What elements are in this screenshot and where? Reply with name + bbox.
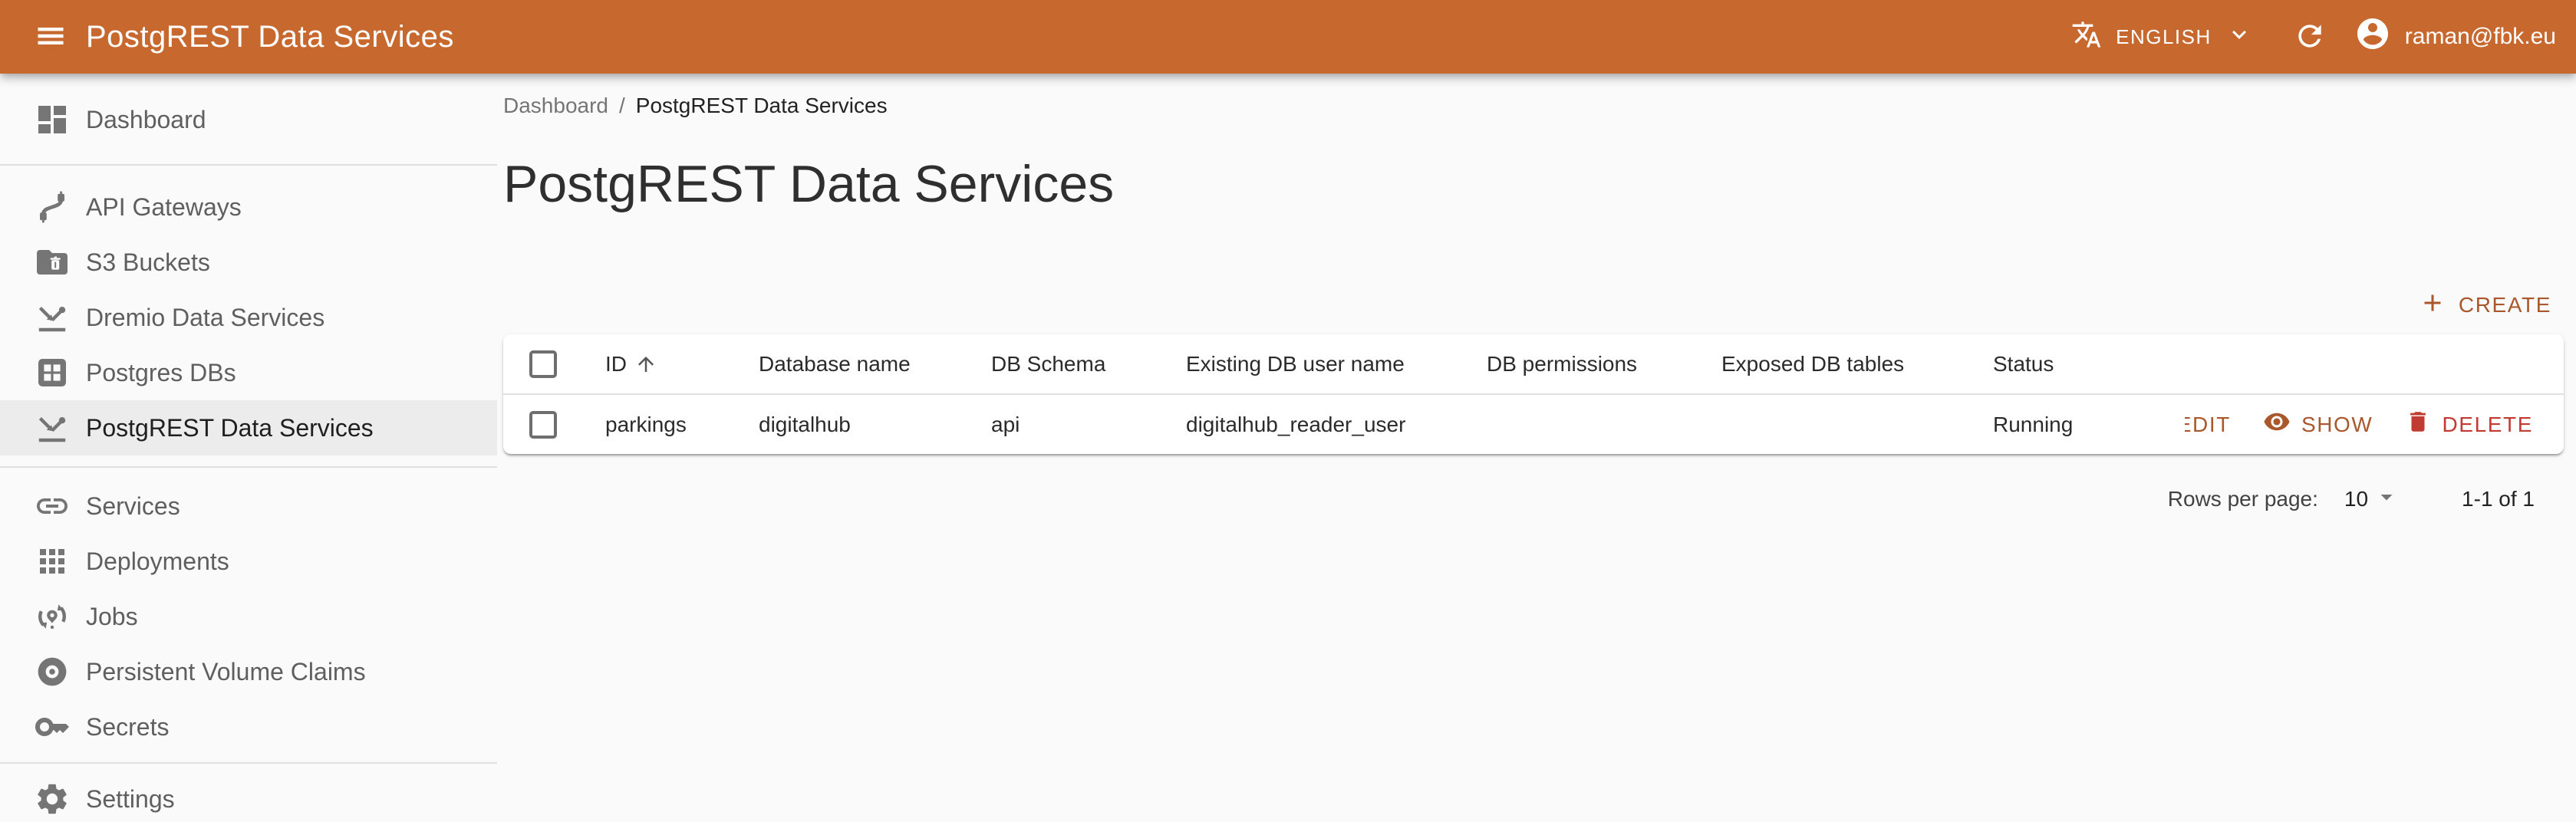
link-icon: [34, 488, 71, 524]
create-button[interactable]: CREATE: [2406, 289, 2564, 322]
jobs-icon: [34, 598, 71, 635]
column-header-existing-db-user-name[interactable]: Existing DB user name: [1186, 334, 1487, 394]
user-email: raman@fbk.eu: [2405, 24, 2556, 50]
pagination: Rows per page: 10 1-1 of 1: [503, 454, 2564, 531]
sidebar-item-label: Dashboard: [86, 106, 206, 134]
column-header-db-schema[interactable]: DB Schema: [991, 334, 1186, 394]
sidebar-item-label: Dremio Data Services: [86, 304, 324, 332]
cell-exposed-db-tables: [1721, 394, 1993, 454]
language-selector[interactable]: ENGLISH: [2071, 19, 2253, 55]
trash-icon: [2405, 409, 2431, 440]
column-header-status[interactable]: Status: [1993, 334, 2185, 394]
cell-db-permissions: [1487, 394, 1721, 454]
chevron-down-icon: [2225, 21, 2253, 54]
page-title: PostgREST Data Services: [503, 153, 2564, 215]
sidebar-item-label: Jobs: [86, 603, 138, 631]
sidebar-item-postgres-dbs[interactable]: Postgres DBs: [0, 345, 497, 400]
cell-existing-db-user-name: digitalhub_reader_user: [1186, 394, 1487, 454]
cell-status: Running: [1993, 394, 2185, 454]
data-table-card: ID Database name DB Schema Existing DB u…: [503, 334, 2564, 454]
account-button[interactable]: raman@fbk.eu: [2354, 15, 2556, 58]
column-header-exposed-db-tables[interactable]: Exposed DB tables: [1721, 334, 1993, 394]
sidebar-item-s3-buckets[interactable]: S3 Buckets: [0, 235, 497, 290]
rows-per-page-label: Rows per page:: [2168, 487, 2318, 511]
table-header-row: ID Database name DB Schema Existing DB u…: [503, 334, 2564, 394]
data-service-icon: [34, 409, 71, 446]
translate-icon: [2071, 19, 2102, 55]
sidebar: Dashboard API Gateways: [0, 74, 497, 822]
refresh-icon: [2293, 19, 2327, 55]
list-toolbar: CREATE: [503, 281, 2564, 330]
sidebar-item-persistent-volume-claims[interactable]: Persistent Volume Claims: [0, 644, 497, 699]
show-button[interactable]: SHOW: [2255, 403, 2381, 446]
sidebar-item-label: Secrets: [86, 713, 169, 741]
data-table: ID Database name DB Schema Existing DB u…: [503, 334, 2564, 454]
sidebar-item-dremio-data-services[interactable]: Dremio Data Services: [0, 290, 497, 345]
key-icon: [34, 709, 71, 745]
plus-icon: [2419, 289, 2446, 322]
sidebar-item-label: Services: [86, 492, 180, 521]
pagination-range: 1-1 of 1: [2462, 487, 2535, 511]
language-label: ENGLISH: [2116, 25, 2212, 49]
sidebar-item-label: API Gateways: [86, 193, 242, 222]
eye-icon: [2263, 408, 2291, 441]
divider: [0, 466, 497, 468]
sidebar-item-label: PostgREST Data Services: [86, 414, 374, 442]
cell-db-schema: api: [991, 394, 1186, 454]
appbar: PostgREST Data Services ENGLISH raman@fb…: [0, 0, 2576, 74]
cell-id: parkings: [605, 394, 759, 454]
row-checkbox[interactable]: [529, 411, 557, 439]
table-row[interactable]: parkings digitalhub api digitalhub_reade…: [503, 394, 2564, 454]
sort-asc-icon: [634, 353, 657, 376]
gear-icon: [34, 781, 71, 817]
apps-icon: [34, 543, 71, 580]
sidebar-item-dashboard[interactable]: Dashboard: [0, 92, 497, 147]
sidebar-item-deployments[interactable]: Deployments: [0, 534, 497, 589]
dashboard-icon: [34, 101, 71, 138]
sidebar-item-postgrest-data-services[interactable]: PostgREST Data Services: [0, 400, 497, 455]
volume-icon: [34, 653, 71, 690]
sidebar-item-label: Persistent Volume Claims: [86, 658, 366, 686]
cell-database-name: digitalhub: [759, 394, 991, 454]
sidebar-item-label: Settings: [86, 785, 175, 814]
refresh-button[interactable]: [2293, 19, 2327, 55]
sidebar-item-jobs[interactable]: Jobs: [0, 589, 497, 644]
breadcrumb-dashboard-link[interactable]: Dashboard: [503, 94, 608, 118]
column-header-db-permissions[interactable]: DB permissions: [1487, 334, 1721, 394]
breadcrumb: Dashboard / PostgREST Data Services: [503, 94, 2564, 118]
grid-icon: [34, 354, 71, 391]
sidebar-item-label: Deployments: [86, 547, 229, 576]
sidebar-item-label: Postgres DBs: [86, 359, 236, 387]
hamburger-icon: [34, 19, 68, 55]
divider: [0, 762, 497, 764]
appbar-title: PostgREST Data Services: [86, 20, 454, 54]
breadcrumb-separator: /: [619, 94, 625, 118]
column-header-id[interactable]: ID: [605, 334, 759, 394]
sidebar-item-secrets[interactable]: Secrets: [0, 699, 497, 755]
breadcrumb-current: PostgREST Data Services: [636, 94, 888, 118]
data-service-icon: [34, 299, 71, 336]
account-circle-icon: [2354, 15, 2391, 58]
sidebar-item-api-gateways[interactable]: API Gateways: [0, 179, 497, 235]
dropdown-caret-icon: [2373, 483, 2400, 516]
folder-delete-icon: [34, 244, 71, 281]
rows-per-page-select[interactable]: 10: [2344, 483, 2400, 516]
row-actions: EDIT SHOW: [2185, 403, 2541, 446]
divider: [0, 164, 497, 166]
delete-button[interactable]: DELETE: [2397, 404, 2541, 445]
select-all-checkbox[interactable]: [529, 350, 557, 378]
menu-button[interactable]: [34, 19, 68, 55]
column-header-database-name[interactable]: Database name: [759, 334, 991, 394]
edit-button[interactable]: EDIT: [2185, 404, 2238, 445]
cable-icon: [34, 189, 71, 225]
main-content: Dashboard / PostgREST Data Services Post…: [497, 74, 2576, 822]
sidebar-item-services[interactable]: Services: [0, 478, 497, 534]
sidebar-item-label: S3 Buckets: [86, 248, 210, 277]
sidebar-item-settings[interactable]: Settings: [0, 771, 497, 822]
